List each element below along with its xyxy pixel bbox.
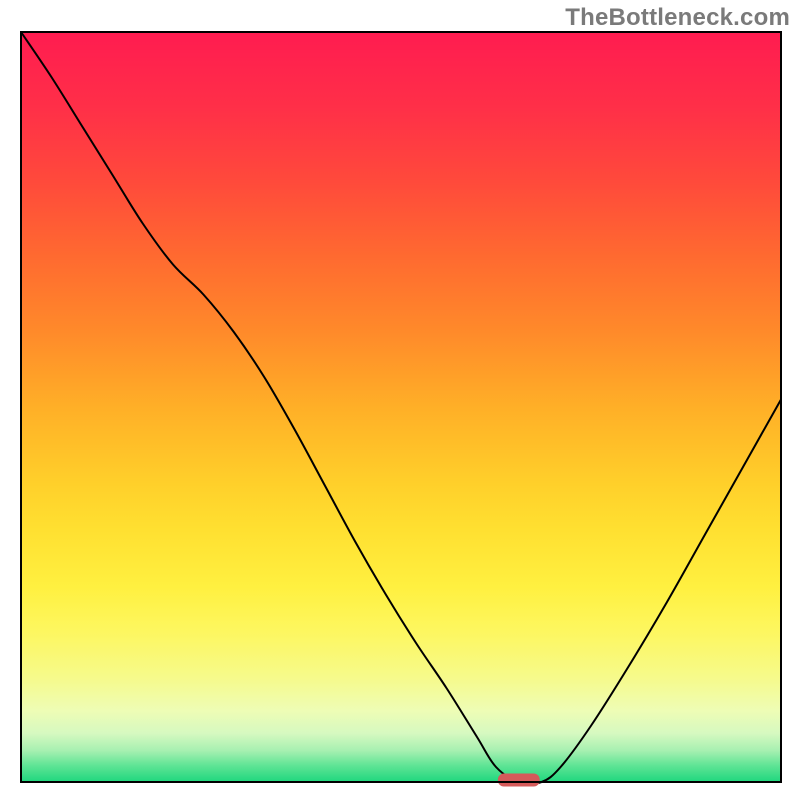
plot-background	[21, 32, 781, 782]
optimal-marker	[498, 774, 540, 787]
watermark-text: TheBottleneck.com	[565, 4, 790, 32]
bottleneck-plot-svg	[0, 0, 800, 800]
bottleneck-chart: TheBottleneck.com	[0, 0, 800, 800]
